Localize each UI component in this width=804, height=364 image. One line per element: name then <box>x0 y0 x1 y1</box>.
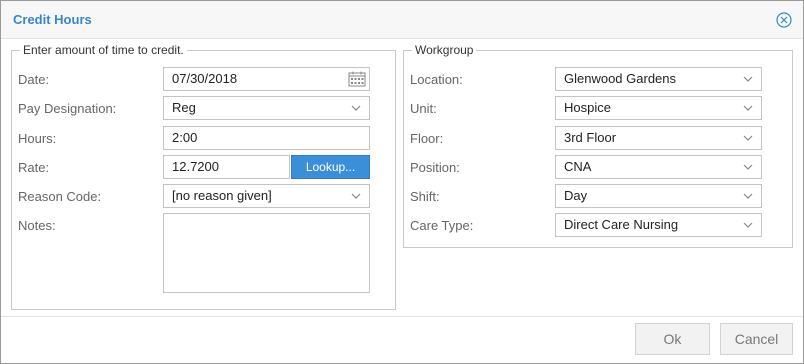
pay-designation-select[interactable]: Reg <box>163 96 370 120</box>
cancel-button[interactable]: Cancel <box>720 323 793 355</box>
hours-label: Hours: <box>18 131 57 146</box>
shift-label: Shift: <box>410 189 440 204</box>
rate-value: 12.7200 <box>172 159 219 174</box>
unit-label: Unit: <box>410 101 437 116</box>
footer-divider <box>1 316 803 317</box>
chevron-down-icon <box>743 219 753 229</box>
hours-value: 2:00 <box>172 130 198 145</box>
position-label: Position: <box>410 160 460 175</box>
reason-code-value: [no reason given] <box>172 188 272 203</box>
unit-value: Hospice <box>564 100 611 115</box>
credit-hours-dialog: Credit Hours Enter amount of time to cre… <box>0 0 804 364</box>
chevron-down-icon <box>743 102 753 112</box>
reason-code-label: Reason Code: <box>18 189 102 204</box>
floor-label: Floor: <box>410 131 444 146</box>
date-field[interactable]: 07/30/2018 <box>163 67 370 91</box>
position-value: CNA <box>564 159 592 174</box>
close-icon[interactable] <box>776 12 792 28</box>
lookup-button[interactable]: Lookup... <box>291 155 370 179</box>
calendar-icon[interactable] <box>348 71 366 87</box>
chevron-down-icon <box>743 132 753 142</box>
pay-designation-label: Pay Designation: <box>18 101 117 116</box>
rate-input[interactable]: 12.7200 <box>163 155 290 179</box>
workgroup-legend: Workgroup <box>415 43 474 57</box>
location-value: Glenwood Gardens <box>564 71 677 86</box>
location-label: Location: <box>410 72 463 87</box>
chevron-down-icon <box>351 102 361 112</box>
floor-value: 3rd Floor <box>564 130 617 145</box>
pay-designation-value: Reg <box>172 100 196 115</box>
chevron-down-icon <box>743 161 753 171</box>
notes-textarea[interactable] <box>163 213 370 293</box>
rate-label: Rate: <box>18 160 50 175</box>
shift-select[interactable]: Day <box>555 184 762 208</box>
unit-select[interactable]: Hospice <box>555 96 762 120</box>
chevron-down-icon <box>743 190 753 200</box>
location-select[interactable]: Glenwood Gardens <box>555 67 762 91</box>
chevron-down-icon <box>743 73 753 83</box>
dialog-titlebar: Credit Hours <box>1 1 803 39</box>
chevron-down-icon <box>351 190 361 200</box>
shift-value: Day <box>564 188 588 203</box>
dialog-title: Credit Hours <box>13 12 92 27</box>
notes-label: Notes: <box>18 218 56 233</box>
date-label: Date: <box>18 72 50 87</box>
care-type-value: Direct Care Nursing <box>564 217 679 232</box>
date-value: 07/30/2018 <box>172 71 238 86</box>
floor-select[interactable]: 3rd Floor <box>555 126 762 150</box>
reason-code-select[interactable]: [no reason given] <box>163 184 370 208</box>
hours-input[interactable]: 2:00 <box>163 126 370 150</box>
credit-legend: Enter amount of time to credit. <box>23 43 184 57</box>
care-type-select[interactable]: Direct Care Nursing <box>555 213 762 237</box>
care-type-label: Care Type: <box>410 218 474 233</box>
position-select[interactable]: CNA <box>555 155 762 179</box>
ok-button[interactable]: Ok <box>635 323 710 355</box>
